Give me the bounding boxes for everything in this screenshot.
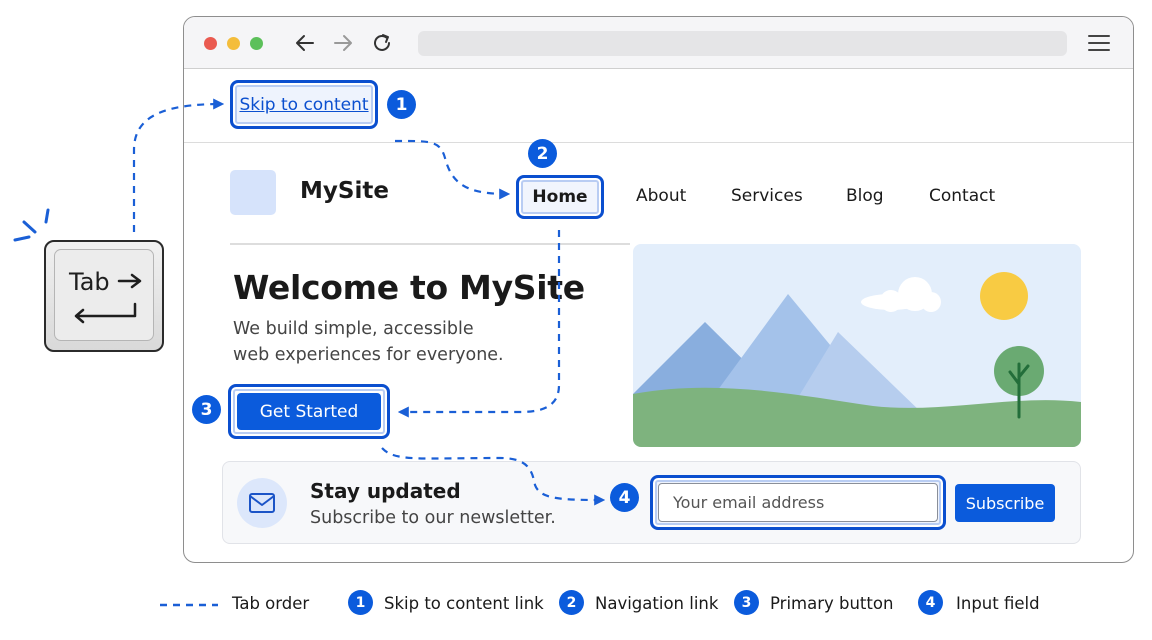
back-arrow-icon[interactable] <box>292 30 318 56</box>
close-dot[interactable] <box>204 37 217 50</box>
legend-label-4: Input field <box>956 594 1040 613</box>
tab-key-face: Tab <box>54 249 154 341</box>
minimize-dot[interactable] <box>227 37 240 50</box>
nav-link-about[interactable]: About <box>636 186 686 206</box>
hero-subtitle-line-1: We build simple, accessible <box>233 319 474 339</box>
browser-toolbar <box>184 17 1133 69</box>
newsletter-subtitle: Subscribe to our newsletter. <box>310 508 556 528</box>
legend-badge-3: 3 <box>734 590 759 615</box>
hero-title: Welcome to MySite <box>233 268 585 307</box>
newsletter-title: Stay updated <box>310 479 461 503</box>
nav-link-services[interactable]: Services <box>731 186 803 206</box>
legend-tab-order-label: Tab order <box>232 594 310 613</box>
legend-dashed-line <box>160 603 218 607</box>
maximize-dot[interactable] <box>250 37 263 50</box>
sun-icon <box>980 272 1028 320</box>
legend-badge-1: 1 <box>348 590 373 615</box>
site-logo[interactable] <box>230 170 276 215</box>
step-badge-3: 3 <box>192 395 221 424</box>
get-started-button[interactable]: Get Started <box>237 393 381 430</box>
hamburger-menu-icon[interactable] <box>1088 34 1110 52</box>
header-divider <box>230 243 630 245</box>
nav-link-contact[interactable]: Contact <box>929 186 995 206</box>
legend-label-1: Skip to content link <box>384 594 544 613</box>
tab-key: Tab <box>44 240 164 352</box>
envelope-icon <box>237 478 287 528</box>
skip-link-focus-ring: Skip to content <box>230 80 378 129</box>
legend-label-3: Primary button <box>770 594 894 613</box>
tab-right-arrow-icon <box>117 272 145 294</box>
reload-icon[interactable] <box>369 30 395 56</box>
email-focus-ring <box>650 475 946 530</box>
tab-return-arrow-icon <box>71 302 139 330</box>
hero-subtitle-line-2: web experiences for everyone. <box>233 345 504 365</box>
tab-key-label: Tab <box>69 268 110 296</box>
nav-link-home[interactable]: Home <box>519 178 601 216</box>
legend-badge-4: 4 <box>918 590 943 615</box>
step-badge-1: 1 <box>387 90 416 119</box>
cta-focus-ring: Get Started <box>228 384 390 439</box>
step-badge-4: 4 <box>610 483 639 512</box>
legend-label-2: Navigation link <box>595 594 719 613</box>
email-input[interactable] <box>658 483 938 522</box>
step-badge-2: 2 <box>528 139 557 168</box>
address-bar[interactable] <box>418 31 1067 56</box>
skip-to-content-link[interactable]: Skip to content <box>233 83 375 126</box>
landscape-illustration <box>633 244 1081 447</box>
forward-arrow-icon[interactable] <box>330 30 356 56</box>
legend-badge-2: 2 <box>559 590 584 615</box>
subscribe-button[interactable]: Subscribe <box>955 484 1055 522</box>
nav-link-blog[interactable]: Blog <box>846 186 884 206</box>
site-name[interactable]: MySite <box>300 178 389 204</box>
nav-home-focus-ring: Home <box>516 175 604 219</box>
